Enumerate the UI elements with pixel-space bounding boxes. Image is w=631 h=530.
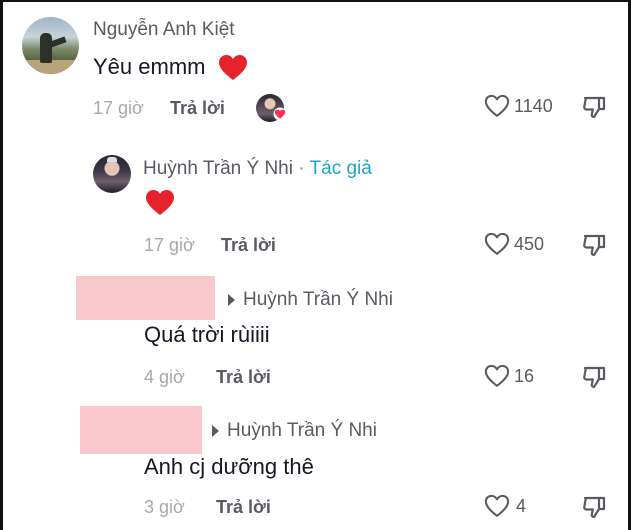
redacted-author [76, 276, 215, 320]
heart-emoji-icon [218, 54, 248, 82]
reply-time: 17 giờ [144, 235, 195, 255]
comment-text-content: Yêu emmm [93, 54, 206, 79]
dislike-icon [582, 495, 606, 519]
separator-dot: · [298, 158, 305, 179]
like-button[interactable]: 450 [484, 232, 544, 256]
reply-text: Anh cj dưỡng thê [144, 454, 314, 479]
author-badge: Tác giả [309, 158, 372, 179]
reply-to-author[interactable]: Huỳnh Trần Ý Nhi [243, 289, 393, 310]
like-count: 16 [514, 365, 535, 386]
comment-author[interactable]: Nguyễn Anh Kiệt [93, 19, 235, 41]
dislike-button[interactable] [582, 95, 606, 119]
creator-liked-heart-icon [273, 107, 287, 121]
reply-text: Quá trời rùiiii [144, 322, 270, 347]
like-button[interactable]: 4 [484, 494, 526, 518]
reply-button[interactable]: Trả lời [221, 235, 276, 256]
dislike-icon [582, 365, 606, 389]
reply-to-author[interactable]: Huỳnh Trần Ý Nhi [227, 420, 377, 441]
dislike-icon [582, 95, 606, 119]
reply-arrow-icon [212, 424, 219, 437]
heart-outline-icon [484, 364, 510, 388]
reply-to-line: Huỳnh Trần Ý Nhi [212, 420, 377, 442]
reply-author[interactable]: Huỳnh Trần Ý Nhi [143, 158, 293, 179]
redacted-author [80, 406, 202, 454]
heart-outline-icon [484, 94, 510, 118]
reply-button[interactable]: Trả lời [216, 367, 271, 388]
dislike-button[interactable] [582, 365, 606, 389]
reply-avatar[interactable] [93, 155, 131, 193]
reply-author-line: Huỳnh Trần Ý Nhi · Tác giả [143, 158, 372, 180]
avatar[interactable] [22, 17, 79, 74]
heart-emoji-icon [145, 189, 175, 217]
like-count: 450 [514, 233, 545, 254]
reply-to-line: Huỳnh Trần Ý Nhi [228, 289, 393, 311]
dislike-icon [582, 233, 606, 257]
like-button[interactable]: 1140 [484, 94, 553, 118]
reply-button[interactable]: Trả lời [170, 98, 225, 119]
reply-button[interactable]: Trả lời [216, 497, 271, 518]
comment-text: Yêu emmm [93, 54, 248, 82]
dislike-button[interactable] [582, 495, 606, 519]
comment-time: 17 giờ [93, 98, 144, 118]
like-count: 4 [516, 495, 527, 516]
heart-outline-icon [484, 494, 510, 518]
reply-time: 4 giờ [144, 367, 185, 387]
dislike-button[interactable] [582, 233, 606, 257]
reply-arrow-icon [228, 293, 235, 306]
reply-time: 3 giờ [144, 497, 185, 517]
like-button[interactable]: 16 [484, 364, 534, 388]
heart-outline-icon [484, 232, 510, 256]
like-count: 1140 [514, 95, 553, 116]
